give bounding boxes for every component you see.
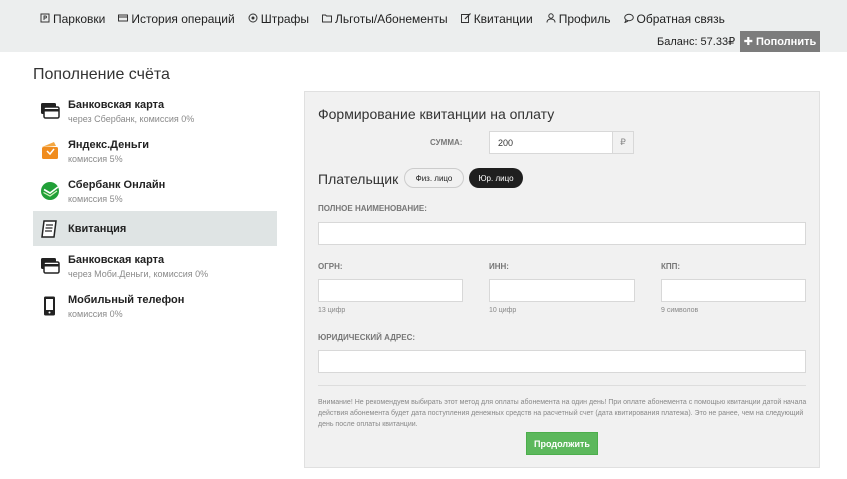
camera-icon: [248, 12, 258, 26]
inn-hint: 10 цифр: [489, 307, 517, 314]
method-bank-card-mobi[interactable]: Банковская карта через Моби.Деньги, коми…: [33, 246, 277, 286]
ogrn-label: ОГРН:: [318, 262, 343, 271]
user-icon: [546, 12, 556, 26]
method-sberbank-online[interactable]: Сбербанк Онлайн комиссия 5%: [33, 171, 277, 211]
history-icon: [118, 12, 129, 26]
payment-method-list: Банковская карта через Сбербанк, комисси…: [33, 91, 277, 326]
method-title: Квитанция: [68, 222, 127, 235]
sum-input[interactable]: [489, 131, 613, 154]
method-subtitle: комиссия 0%: [68, 308, 123, 319]
topup-button[interactable]: ✚ Пополнить: [740, 31, 820, 52]
mobile-phone-icon: [39, 295, 61, 317]
legal-address-label: ЮРИДИЧЕСКИЙ АДРЕС:: [318, 333, 416, 342]
nav-item-feedback[interactable]: Обратная связь: [623, 12, 725, 26]
ogrn-hint: 13 цифр: [318, 307, 346, 314]
nav-item-label: Льготы/Абонементы: [335, 12, 448, 26]
legal-address-input[interactable]: [318, 350, 806, 373]
method-title: Мобильный телефон: [68, 293, 185, 306]
kpp-input[interactable]: [661, 279, 806, 302]
payer-legal-entity-toggle[interactable]: Юр. лицо: [469, 168, 523, 188]
full-name-label: ПОЛНОЕ НАИМЕНОВАНИЕ:: [318, 204, 427, 213]
method-title: Сбербанк Онлайн: [68, 178, 166, 191]
topup-button-label: Пополнить: [755, 35, 817, 48]
main-nav: Парковки История операций Штрафы Льготы/…: [40, 12, 725, 26]
bank-card-icon: [39, 100, 61, 122]
chat-icon: [623, 12, 634, 26]
balance-text: Баланс: 57.33₽: [657, 36, 736, 48]
method-receipt[interactable]: Квитанция: [33, 211, 277, 246]
receipt-form-panel: Формирование квитанции на оплату СУММА: …: [304, 91, 820, 468]
nav-item-label: Квитанции: [473, 12, 533, 26]
warning-notice: Внимание! Не рекомендуем выбирать этот м…: [318, 399, 807, 428]
nav-item-fines[interactable]: Штрафы: [248, 12, 309, 26]
currency-addon: ₽: [612, 131, 634, 154]
nav-item-receipts[interactable]: Квитанции: [460, 12, 533, 26]
nav-item-history[interactable]: История операций: [118, 12, 235, 26]
payer-individual-toggle[interactable]: Физ. лицо: [404, 168, 464, 188]
method-subtitle: через Сбербанк, комиссия 0%: [68, 113, 195, 124]
sberbank-icon: [39, 180, 61, 202]
method-title: Банковская карта: [68, 98, 165, 111]
nav-item-label: Парковки: [53, 12, 106, 26]
parking-icon: [40, 12, 50, 26]
method-title: Банковская карта: [68, 253, 165, 266]
inn-label: ИНН:: [489, 262, 509, 271]
inn-input[interactable]: [489, 279, 635, 302]
nav-item-profile[interactable]: Профиль: [546, 12, 611, 26]
method-subtitle: комиссия 5%: [68, 153, 123, 164]
method-yandex-money[interactable]: Яндекс.Деньги комиссия 5%: [33, 131, 277, 171]
nav-item-label: История операций: [131, 12, 235, 26]
ogrn-input[interactable]: [318, 279, 463, 302]
kpp-label: КПП:: [661, 262, 681, 271]
continue-button[interactable]: Продолжить: [526, 432, 598, 455]
full-name-input[interactable]: [318, 222, 806, 245]
plus-icon: ✚: [743, 36, 753, 48]
nav-item-parkings[interactable]: Парковки: [40, 12, 105, 26]
folder-icon: [322, 12, 333, 26]
method-mobile-phone[interactable]: Мобильный телефон комиссия 0%: [33, 286, 277, 326]
method-bank-card-sber[interactable]: Банковская карта через Сбербанк, комисси…: [33, 91, 277, 131]
kpp-hint: 9 символов: [661, 307, 699, 314]
form-title: Формирование квитанции на оплату: [318, 106, 555, 122]
nav-item-label: Штрафы: [260, 12, 310, 26]
divider: [318, 385, 806, 386]
yandex-wallet-icon: [39, 140, 61, 162]
top-bar: Парковки История операций Штрафы Льготы/…: [0, 0, 847, 52]
nav-item-benefits[interactable]: Льготы/Абонементы: [322, 12, 448, 26]
bank-card-icon: [39, 255, 61, 277]
method-subtitle: через Моби.Деньги, комиссия 0%: [68, 268, 209, 279]
receipt-icon: [39, 218, 61, 240]
method-title: Яндекс.Деньги: [68, 138, 150, 151]
sum-label: СУММА:: [430, 138, 463, 147]
method-subtitle: комиссия 5%: [68, 193, 123, 204]
nav-item-label: Обратная связь: [636, 12, 725, 26]
edit-icon: [460, 12, 471, 26]
page-title: Пополнение счёта: [33, 66, 170, 83]
payer-label: Плательщик: [318, 171, 399, 187]
nav-item-label: Профиль: [558, 12, 611, 26]
